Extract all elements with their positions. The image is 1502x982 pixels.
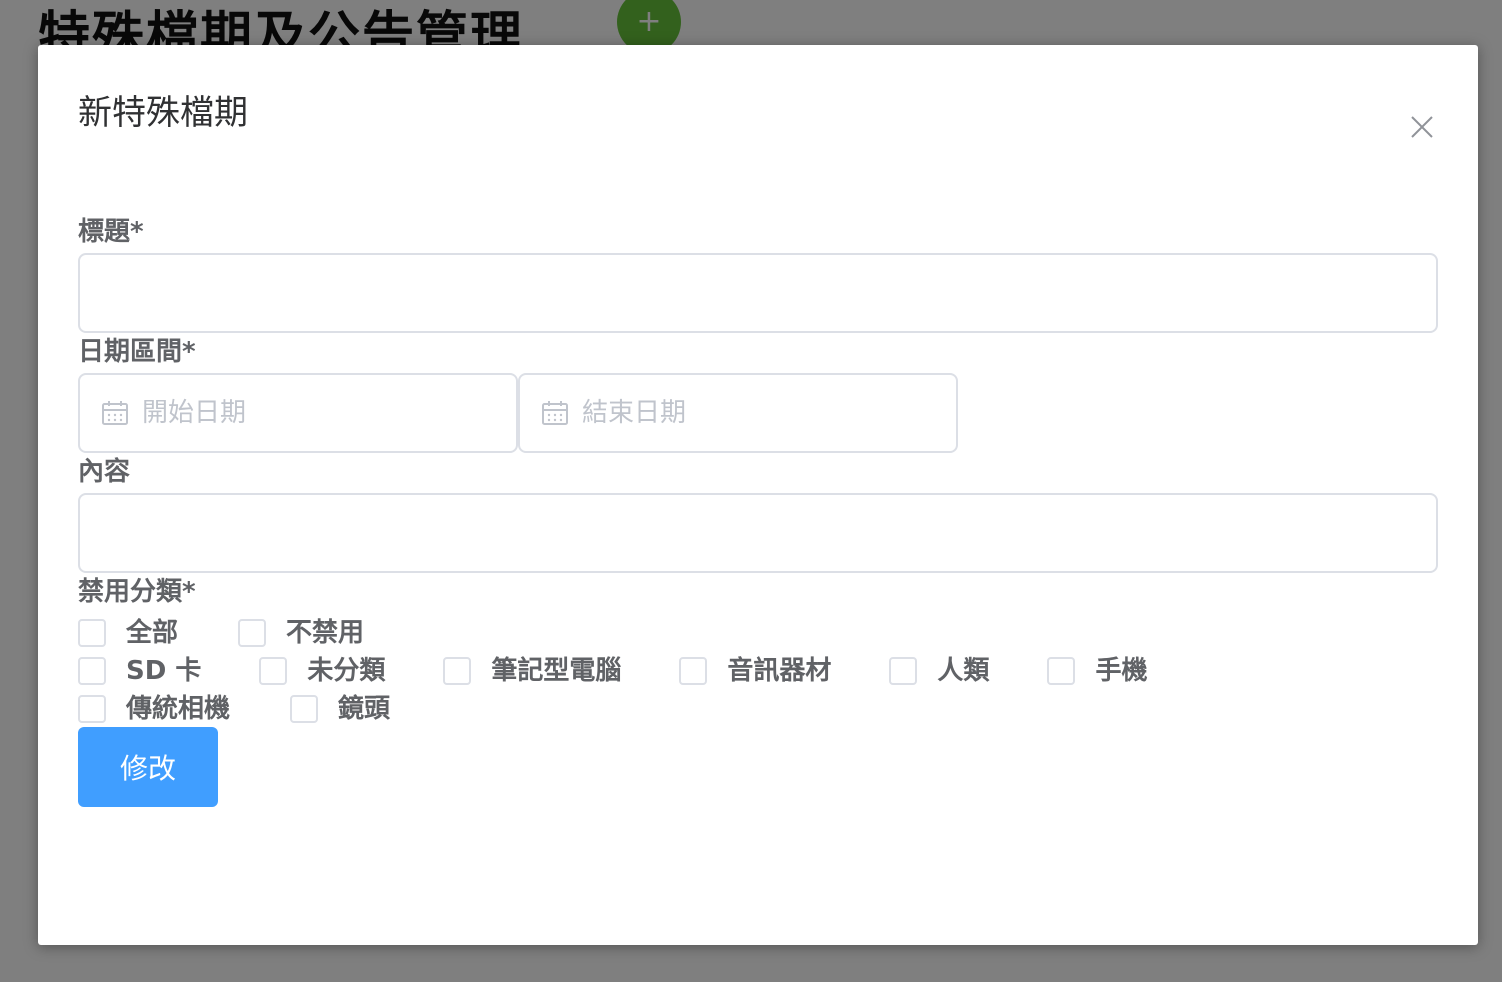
dialog-title: 新特殊檔期: [78, 93, 248, 133]
category-checkbox-lens[interactable]: 鏡頭: [290, 691, 390, 727]
checkbox-label: 人類: [937, 656, 990, 686]
checkbox[interactable]: [679, 657, 708, 685]
date-range-label: 日期區間*: [78, 337, 196, 367]
category-checkbox-sd-card[interactable]: SD 卡: [78, 653, 201, 689]
content-label: 內容: [78, 457, 131, 487]
checkbox-label: 傳統相機: [126, 694, 231, 724]
calendar-icon: [102, 401, 128, 425]
checkbox[interactable]: [78, 695, 106, 723]
title-input[interactable]: [78, 253, 1438, 333]
checkbox-label: 不禁用: [286, 618, 365, 648]
checkbox-label: 手機: [1095, 656, 1148, 686]
checkbox-label: 未分類: [307, 656, 386, 686]
checkbox-label: 筆記型電腦: [491, 656, 622, 686]
content-input[interactable]: [78, 493, 1438, 573]
category-row-2: SD 卡 未分類 筆記型電腦 音訊器材 人類 手機: [78, 653, 1147, 689]
close-button[interactable]: [1406, 111, 1438, 143]
checkbox[interactable]: [259, 657, 288, 685]
checkbox[interactable]: [238, 619, 267, 647]
end-date-picker[interactable]: [518, 373, 958, 453]
checkbox-label: 音訊器材: [727, 656, 832, 686]
category-checkbox-uncategorized[interactable]: 未分類: [259, 653, 385, 689]
category-checkbox-none[interactable]: 不禁用: [238, 615, 364, 651]
checkbox[interactable]: [1047, 657, 1076, 685]
checkbox[interactable]: [290, 695, 319, 723]
category-label: 禁用分類*: [78, 577, 196, 607]
checkbox[interactable]: [78, 657, 106, 685]
special-schedule-dialog: 新特殊檔期 標題* 日期區間* 內容: [38, 45, 1478, 945]
category-checkbox-film-camera[interactable]: 傳統相機: [78, 691, 230, 727]
submit-button[interactable]: 修改: [78, 727, 218, 807]
checkbox[interactable]: [889, 657, 918, 685]
category-row-1: 全部 不禁用: [78, 615, 364, 651]
category-row-3: 傳統相機 鏡頭: [78, 691, 390, 727]
category-checkbox-phone[interactable]: 手機: [1047, 653, 1147, 689]
start-date-input[interactable]: [142, 383, 502, 443]
checkbox-label: SD 卡: [126, 656, 202, 686]
end-date-input[interactable]: [582, 383, 942, 443]
checkbox-label: 鏡頭: [338, 694, 391, 724]
close-icon: [1411, 116, 1433, 138]
start-date-picker[interactable]: [78, 373, 518, 453]
title-label: 標題*: [78, 217, 144, 247]
category-checkbox-laptop[interactable]: 筆記型電腦: [443, 653, 621, 689]
category-checkbox-audio[interactable]: 音訊器材: [679, 653, 831, 689]
checkbox[interactable]: [443, 657, 472, 685]
calendar-icon: [542, 401, 568, 425]
category-checkbox-all[interactable]: 全部: [78, 615, 178, 651]
checkbox-label: 全部: [126, 618, 179, 648]
category-checkbox-human[interactable]: 人類: [889, 653, 989, 689]
checkbox[interactable]: [78, 619, 106, 647]
